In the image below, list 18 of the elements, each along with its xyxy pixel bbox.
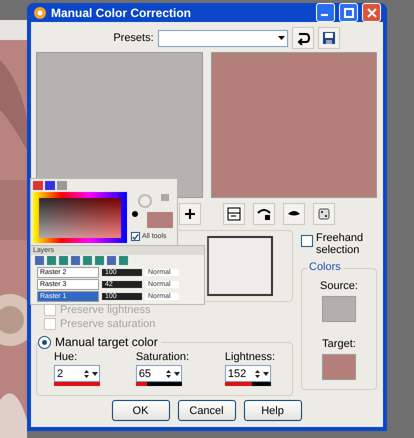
window-title: Manual Color Correction — [51, 6, 192, 20]
target-label: Target: — [322, 338, 356, 350]
number-field[interactable]: 152 — [224, 365, 271, 382]
field-label: Hue: — [54, 351, 78, 363]
checkbox-label: Freehand selection — [316, 232, 364, 256]
source-label: Source: — [320, 280, 358, 292]
dialog-button[interactable]: Help — [244, 400, 302, 421]
dialog-button[interactable]: Cancel — [178, 400, 236, 421]
field-label: Saturation: — [136, 351, 190, 363]
number-field[interactable]: 2 — [54, 365, 100, 382]
dialog-button[interactable]: OK — [112, 400, 170, 421]
checkbox-label: Preserve saturation — [60, 318, 156, 330]
group-title: Colors — [307, 261, 343, 273]
number-field[interactable]: 65 — [136, 365, 182, 382]
checkbox-label: Preserve lightness — [60, 304, 150, 316]
radio-label: Manual target color — [55, 335, 158, 349]
presets-label: Presets: — [113, 32, 154, 44]
field-label: Lightness: — [224, 351, 276, 363]
